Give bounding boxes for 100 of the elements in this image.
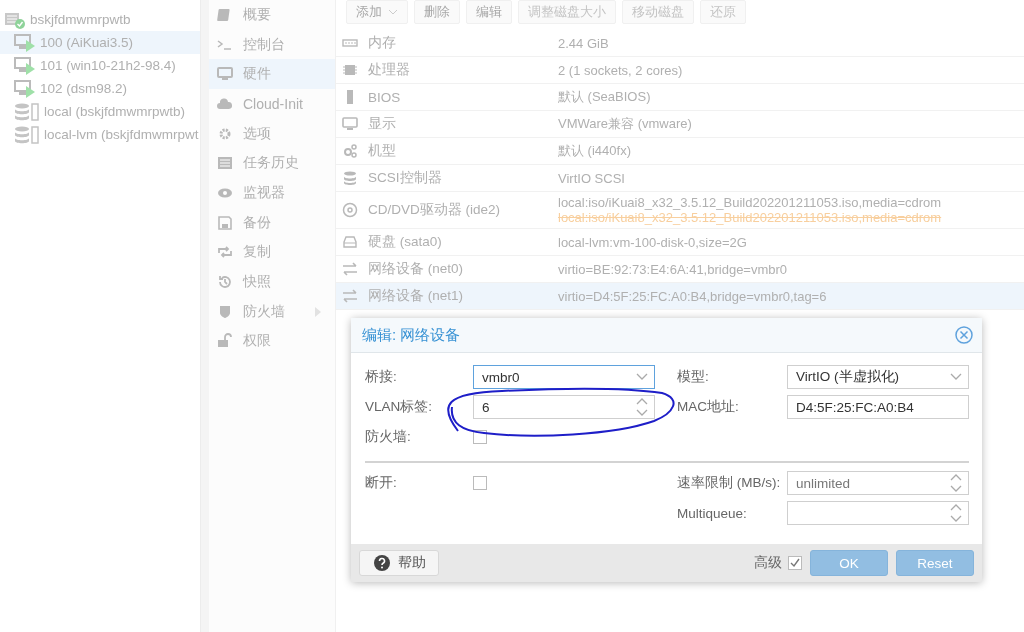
device-value: virtio=D4:5F:25:FC:A0:B4,bridge=vmbr0,tag=6 (558, 288, 827, 304)
device-icon (342, 62, 358, 78)
nav-item[interactable]: 任务历史 (209, 148, 335, 179)
hardware-row[interactable]: SCSI控制器 VirtIO SCSI (336, 165, 1024, 192)
hardware-row[interactable]: 显示 VMWare兼容 (vmware) (336, 111, 1024, 138)
nav-icon (217, 214, 233, 231)
device-value: 2 (1 sockets, 2 cores) (558, 62, 683, 78)
expand-icon[interactable] (315, 306, 321, 317)
dialog-button[interactable]: OK (810, 550, 888, 576)
close-button[interactable] (954, 325, 974, 345)
field-label: MAC地址: (677, 398, 740, 416)
device-value: VirtIO SCSI (558, 170, 625, 186)
vm-icon (14, 56, 36, 75)
device-icon (342, 116, 358, 132)
device-name: 机型 (368, 142, 397, 160)
spinner-icon[interactable] (950, 474, 962, 492)
vm-icon (14, 79, 36, 98)
hardware-row[interactable]: 网络设备 (net1) virtio=D4:5F:25:FC:A0:B4,bridge=vmbr0,tag=6 (336, 283, 1024, 310)
device-icon (342, 234, 358, 250)
device-value: virtio=BE:92:73:E4:6A:41,bridge=vmbr0 (558, 261, 788, 277)
help-button[interactable]: 帮助 (359, 550, 439, 576)
nav-item[interactable]: 控制台 (209, 29, 335, 60)
dropdown-field[interactable]: VirtIO (半虚拟化) (787, 365, 969, 389)
device-name: CD/DVD驱动器 (ide2) (368, 201, 502, 219)
device-icon (342, 288, 358, 304)
dialog-button[interactable]: Reset (896, 550, 974, 576)
dropdown-icon (636, 373, 648, 381)
dialog-title: 编辑: 网络设备 (362, 325, 461, 345)
device-value: 2.44 GiB (558, 35, 609, 51)
field-label: VLAN标签: (365, 398, 434, 416)
hardware-row[interactable]: BIOS 默认 (SeaBIOS) (336, 84, 1024, 111)
toolbar-button[interactable]: 删除 (414, 0, 460, 24)
field-label: 断开: (365, 474, 398, 492)
tree-item[interactable]: 102 (dsm98.2) (0, 77, 200, 100)
field-label: 桥接: (365, 368, 398, 386)
hardware-row[interactable]: 处理器 2 (1 sockets, 2 cores) (336, 57, 1024, 84)
field-label: 速率限制 (MB/s): (677, 474, 782, 492)
server-icon (4, 10, 26, 29)
help-icon (374, 555, 390, 571)
nav-item[interactable]: Cloud-Init (209, 89, 335, 119)
advanced-checkbox[interactable] (788, 556, 802, 570)
field-label: 防火墙: (365, 428, 412, 446)
device-value: VMWare兼容 (vmware) (558, 115, 692, 133)
device-name: 硬盘 (sata0) (368, 233, 443, 251)
nav-item[interactable]: 快照 (209, 267, 335, 297)
nav-item[interactable]: 监视器 (209, 178, 335, 208)
hardware-row[interactable]: 硬盘 (sata0) local-lvm:vm-100-disk-0,size=2G (336, 229, 1024, 256)
vm-icon (14, 33, 36, 52)
number-field[interactable]: unlimited (787, 471, 969, 495)
nav-item[interactable]: 防火墙 (209, 296, 335, 327)
pending-value: local:iso/iKuai8_x32_3.5.12_Build202201211053.iso,media=cdrom (558, 210, 942, 225)
device-name: BIOS (368, 89, 402, 105)
nav-icon (217, 6, 233, 23)
device-name: 处理器 (368, 61, 411, 79)
nav-item[interactable]: 概要 (209, 0, 335, 30)
tree-item[interactable]: 100 (AiKuai3.5) (0, 31, 200, 54)
toolbar-button[interactable]: 添加 (346, 0, 408, 24)
device-name: 网络设备 (net0) (368, 260, 465, 278)
dropdown-field[interactable]: vmbr0 (473, 365, 655, 389)
text-field[interactable]: D4:5F:25:FC:A0:B4 (787, 395, 969, 419)
nav-icon (217, 274, 233, 291)
dropdown-icon (950, 373, 962, 381)
tree-item[interactable]: bskjfdmwmrpwtb (30, 12, 131, 27)
nav-item[interactable]: 权限 (209, 326, 335, 357)
device-value: 默认 (SeaBIOS) (558, 88, 651, 106)
advanced-label: 高级 (754, 554, 782, 572)
device-value: 默认 (i440fx) (558, 142, 631, 160)
device-icon (342, 143, 358, 159)
nav-icon (217, 155, 233, 172)
spinner-icon[interactable] (636, 398, 648, 416)
hardware-row[interactable]: 内存 2.44 GiB (336, 30, 1024, 57)
device-value: local:iso/iKuai8_x32_3.5.12_Build202201211053.iso,media=cdrom (558, 195, 942, 210)
tree-item[interactable]: local-lvm (bskjfdmwmrpwt (0, 123, 200, 146)
checkbox[interactable] (473, 476, 487, 490)
nav-item[interactable]: 硬件 (209, 59, 335, 90)
storage-icon (14, 102, 40, 121)
device-icon (342, 170, 358, 186)
nav-item[interactable]: 复制 (209, 237, 335, 268)
number-field[interactable]: 6 (473, 395, 655, 419)
nav-icon (217, 66, 233, 83)
device-name: SCSI控制器 (368, 169, 443, 187)
hardware-row[interactable]: CD/DVD驱动器 (ide2) local:iso/iKuai8_x32_3.5.12_Build202201211053.iso,media=cdrom local:iso/iKuai8_x32_3.5.12_Build202201211053.iso,media=cdrom (336, 192, 1024, 229)
device-name: 显示 (368, 115, 397, 133)
device-icon (342, 261, 358, 277)
nav-icon (217, 95, 233, 112)
nav-item[interactable]: 选项 (209, 118, 335, 149)
nav-item[interactable]: 备份 (209, 207, 335, 238)
nav-icon (217, 333, 233, 350)
hardware-row[interactable]: 机型 默认 (i440fx) (336, 138, 1024, 165)
device-value: local-lvm:vm-100-disk-0,size=2G (558, 234, 747, 250)
field-label: Multiqueue: (677, 505, 748, 521)
number-field[interactable] (787, 501, 969, 525)
spinner-icon[interactable] (950, 504, 962, 522)
tree-item[interactable]: local (bskjfdmwmrpwtb) (0, 100, 200, 123)
device-name: 内存 (368, 34, 397, 52)
tree-item[interactable]: 101 (win10-21h2-98.4) (0, 54, 200, 77)
nav-icon (217, 303, 233, 320)
toolbar-button[interactable]: 编辑 (466, 0, 512, 24)
device-name: 网络设备 (net1) (368, 287, 465, 305)
storage-icon (14, 125, 40, 144)
